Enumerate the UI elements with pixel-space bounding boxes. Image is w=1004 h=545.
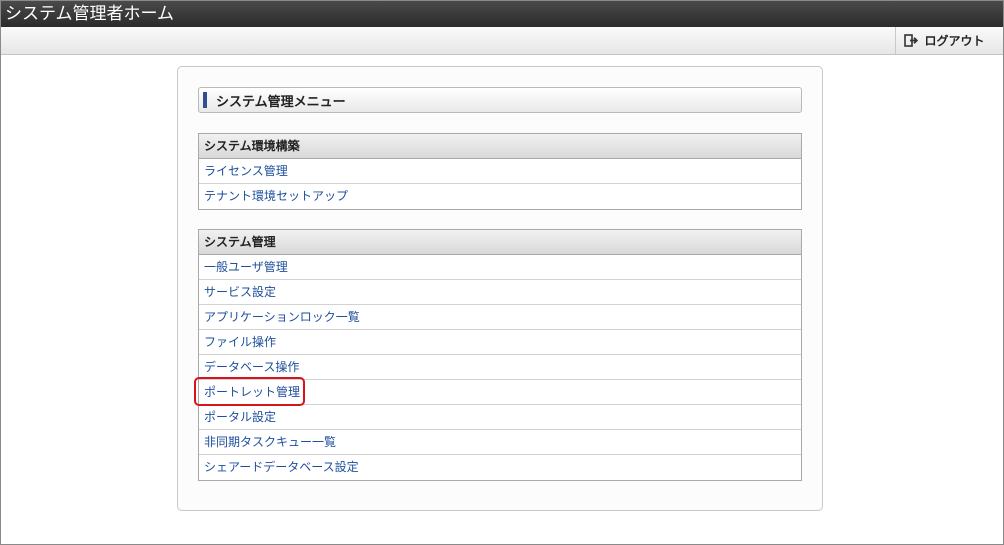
- menu-header: システム管理メニュー: [198, 87, 802, 113]
- menu-panel: システム管理メニュー システム環境構築 ライセンス管理 テナント環境セットアップ…: [177, 66, 823, 511]
- menu-link-license[interactable]: ライセンス管理: [199, 159, 801, 184]
- menu-title: システム管理メニュー: [216, 94, 346, 110]
- menu-link-file-operations[interactable]: ファイル操作: [199, 330, 801, 355]
- section-title: システム環境構築: [199, 134, 801, 159]
- menu-link-service-settings[interactable]: サービス設定: [199, 280, 801, 305]
- menu-link-general-users[interactable]: 一般ユーザ管理: [199, 255, 801, 280]
- logout-icon: [904, 34, 919, 47]
- toolbar: ログアウト: [1, 27, 1003, 55]
- menu-link-portlet-admin[interactable]: ポートレット管理: [199, 380, 801, 405]
- menu-link-async-task-queue[interactable]: 非同期タスクキュー一覧: [199, 430, 801, 455]
- section-system-environment: システム環境構築 ライセンス管理 テナント環境セットアップ: [198, 133, 802, 210]
- menu-link-portal-settings[interactable]: ポータル設定: [199, 405, 801, 430]
- menu-link-shared-database[interactable]: シェアードデータベース設定: [199, 455, 801, 480]
- menu-link-tenant-setup[interactable]: テナント環境セットアップ: [199, 184, 801, 209]
- menu-link-database-operations[interactable]: データベース操作: [199, 355, 801, 380]
- app-window: システム管理者ホーム ログアウト システム管理メニュー システム環境構築 ライセ…: [0, 0, 1004, 545]
- logout-label: ログアウト: [924, 34, 985, 48]
- menu-header-accent-bar: [203, 92, 207, 108]
- section-title: システム管理: [199, 230, 801, 255]
- window-title: システム管理者ホーム: [1, 1, 1003, 27]
- section-system-admin: システム管理 一般ユーザ管理 サービス設定 アプリケーションロック一覧 ファイル…: [198, 229, 802, 481]
- logout-button[interactable]: ログアウト: [895, 27, 993, 54]
- menu-link-app-locks[interactable]: アプリケーションロック一覧: [199, 305, 801, 330]
